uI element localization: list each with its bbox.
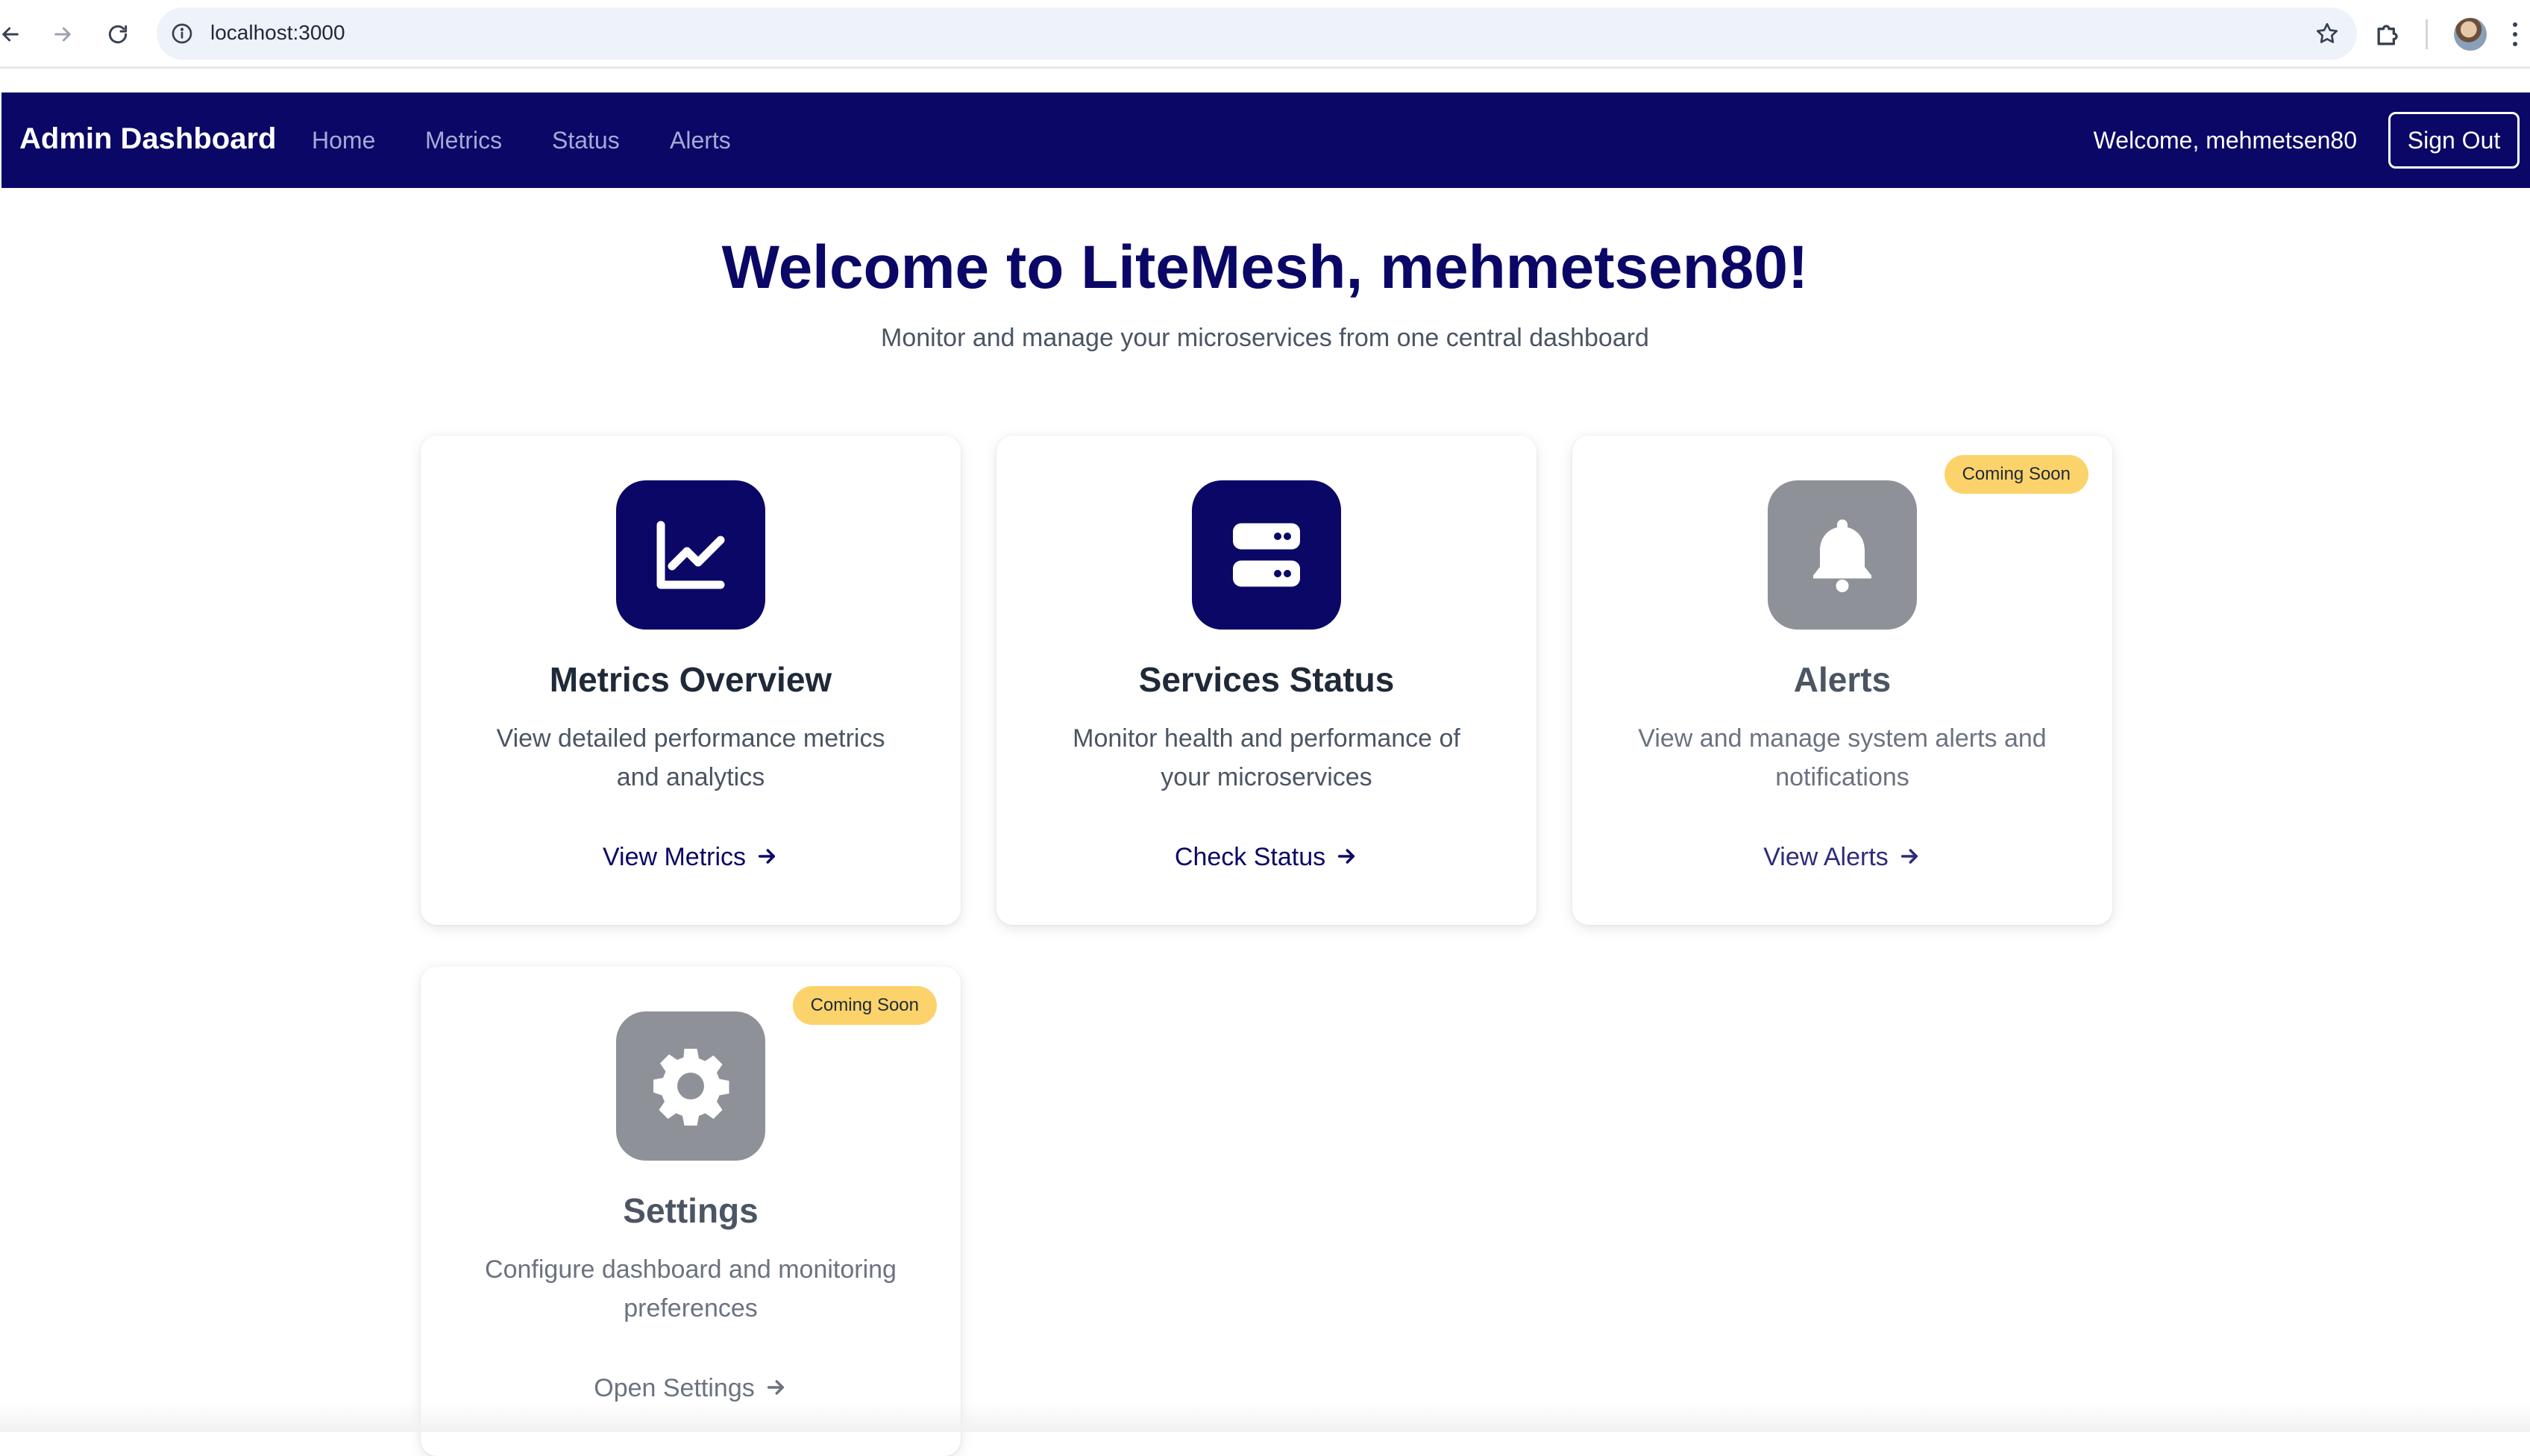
card-alerts[interactable]: Coming Soon Alerts View and manage syste… [1572, 436, 2112, 925]
card-description: Configure dashboard and monitoring prefe… [485, 1255, 897, 1322]
page-title: Welcome to LiteMesh, mehmetsen80! [721, 233, 1809, 301]
welcome-user-text: Welcome, mehmetsen80 [2093, 127, 2357, 154]
card-title: Services Status [1138, 660, 1395, 699]
url-text[interactable]: localhost:3000 [210, 21, 345, 45]
arrow-left-icon [2, 27, 19, 42]
arrow-right-icon [1338, 849, 1355, 864]
card-icon-container [616, 480, 765, 630]
arrow-right-icon [54, 27, 71, 42]
toolbar-divider [2426, 19, 2428, 49]
nav-link-status[interactable]: Status [552, 127, 620, 154]
card-icon-container [616, 1011, 765, 1161]
brand-title[interactable]: Admin Dashboard [19, 122, 276, 156]
nav-link-home[interactable]: Home [312, 127, 375, 154]
coming-soon-badge: Coming Soon [1944, 455, 2088, 494]
scroll-fade [0, 1402, 2530, 1432]
coming-soon-badge: Coming Soon [792, 986, 937, 1025]
sign-out-button[interactable]: Sign Out [2388, 112, 2520, 169]
address-bar[interactable]: localhost:3000 [157, 7, 2357, 60]
back-button[interactable] [0, 13, 31, 55]
arrow-right-icon [1900, 849, 1918, 864]
open-settings-link[interactable]: Open Settings [421, 1374, 961, 1403]
card-link-label[interactable]: View Metrics [603, 843, 746, 871]
forward-button[interactable] [42, 13, 84, 55]
browser-toolbar: localhost:3000 [0, 0, 2530, 69]
view-metrics-link[interactable]: View Metrics [421, 843, 961, 872]
card-link-label[interactable]: Check Status [1175, 843, 1325, 871]
card-description: View and manage system alerts and notifi… [1638, 724, 2047, 791]
bookmark-star-icon[interactable] [2314, 20, 2341, 47]
card-description: View detailed performance metrics and an… [496, 724, 885, 791]
profile-avatar[interactable] [2454, 18, 2487, 51]
extensions-puzzle-icon[interactable] [2372, 18, 2405, 51]
site-info-icon[interactable] [170, 22, 194, 46]
card-title: Settings [623, 1191, 759, 1230]
card-description: Monitor health and performance of your m… [1073, 724, 1460, 791]
reload-button[interactable] [97, 13, 139, 55]
card-icon-container [1192, 480, 1341, 630]
bell-icon [1813, 519, 1871, 592]
card-link-label[interactable]: Open Settings [594, 1374, 754, 1402]
page-subtitle: Monitor and manage your microservices fr… [881, 324, 1649, 352]
nav-link-metrics[interactable]: Metrics [425, 127, 502, 154]
line-chart-icon [656, 521, 725, 589]
card-icon-container [1768, 480, 1917, 630]
nav-link-alerts[interactable]: Alerts [670, 127, 731, 154]
card-title: Alerts [1793, 660, 1892, 699]
card-metrics-overview[interactable]: Metrics Overview View detailed performan… [421, 436, 961, 925]
view-alerts-link[interactable]: View Alerts [1572, 843, 2112, 872]
reload-icon [108, 25, 128, 44]
gear-icon [653, 1049, 729, 1126]
card-link-label[interactable]: View Alerts [1763, 843, 1889, 871]
card-settings[interactable]: Coming Soon Settings Configure dashboard… [421, 967, 961, 1456]
card-services-status[interactable]: Services Status Monitor health and perfo… [996, 436, 1536, 925]
arrow-right-icon [758, 849, 776, 864]
browser-menu-icon[interactable] [2508, 18, 2523, 51]
server-icon [1233, 523, 1300, 587]
card-title: Metrics Overview [549, 660, 832, 699]
check-status-link[interactable]: Check Status [996, 843, 1536, 872]
app-navbar: Admin Dashboard Home Metrics Status Aler… [1, 92, 2530, 188]
arrow-right-icon [767, 1380, 784, 1395]
